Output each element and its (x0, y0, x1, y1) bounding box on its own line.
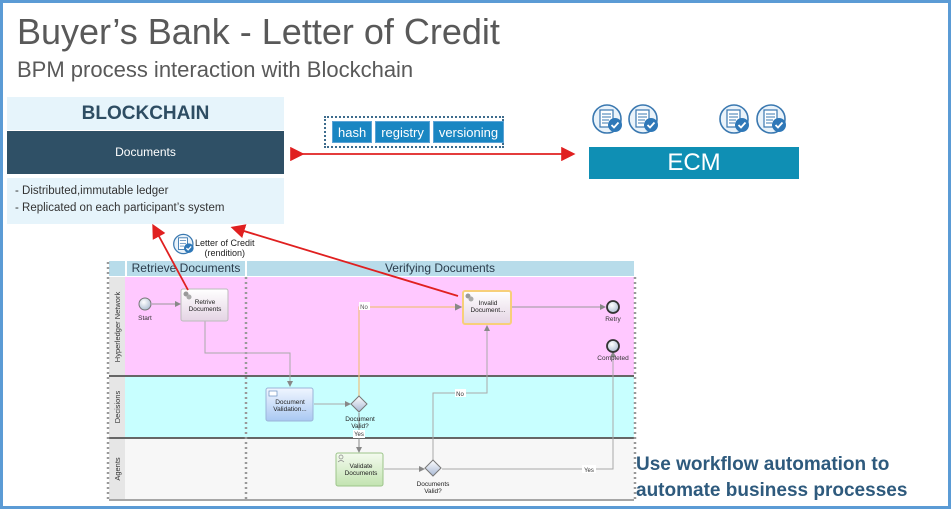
flow-label-yes: Yes (354, 432, 364, 438)
task-label: Invalid (479, 300, 498, 307)
task-label: Documents (345, 470, 379, 477)
event-label: Completed (597, 355, 629, 362)
end-event-retry[interactable] (606, 300, 620, 314)
task-document-validation[interactable]: Document Validation... (265, 387, 314, 422)
table-icon (268, 390, 278, 397)
task-label: Retrive (195, 299, 216, 306)
callout-text: Use workflow automation to automate busi… (636, 452, 907, 504)
gateway-label: Document (345, 416, 375, 423)
lane-decisions (109, 377, 634, 437)
flow-label-no: No (360, 305, 368, 311)
phase-label: Verifying Documents (385, 261, 495, 275)
end-event-completed[interactable] (606, 339, 620, 353)
callout-line: Use workflow automation to (636, 454, 890, 475)
gateway-label: Documents (417, 481, 451, 488)
flow-label-no: No (456, 392, 464, 398)
task-invalid-document[interactable]: Invalid Document... (462, 290, 512, 325)
phase-label: Retrieve Documents (132, 261, 241, 275)
start-event[interactable] (138, 297, 152, 311)
lane-label: Decisions (113, 390, 122, 423)
task-label: Validation... (273, 406, 307, 413)
bpmn-process-diagram: Retrieve Documents Verifying Documents H… (106, 146, 637, 501)
lane-label: Hyperledger Network (113, 292, 122, 363)
task-label: Document... (470, 307, 505, 314)
task-validate-documents[interactable]: Validate Documents (335, 452, 384, 487)
event-label: Start (138, 315, 152, 322)
flow-label-yes: Yes (584, 468, 594, 474)
task-label: Validate (349, 463, 372, 470)
gateway-label: Valid? (351, 423, 369, 430)
task-label: Documents (189, 306, 223, 313)
lane-label: Agents (113, 457, 122, 481)
task-label: Document (275, 399, 305, 406)
callout-line: automate business processes (636, 480, 908, 501)
event-label: Retry (605, 316, 621, 323)
task-retrieve-documents[interactable]: Retrive Documents (180, 288, 229, 322)
gateway-label: Valid? (424, 488, 442, 495)
